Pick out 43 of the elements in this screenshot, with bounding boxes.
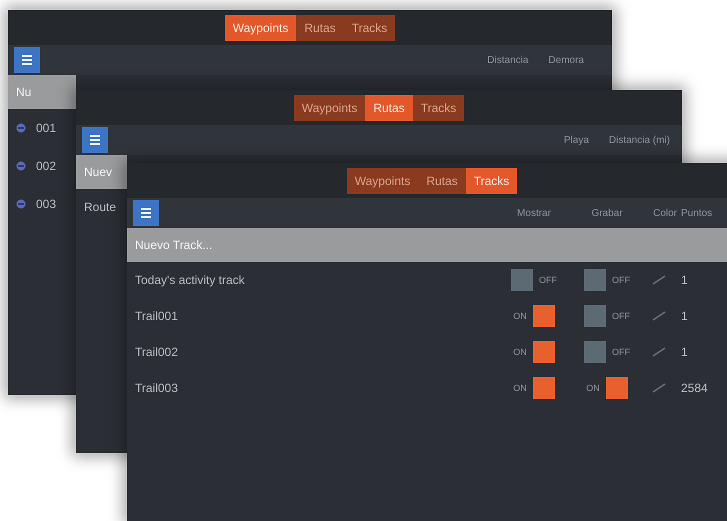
column-header: Puntos [680, 208, 714, 218]
track-name[interactable]: Trail002 [135, 345, 495, 359]
waypoint-icon [16, 123, 26, 133]
record-toggle[interactable]: OFF [584, 305, 630, 327]
point-count: 1 [681, 345, 688, 359]
line-icon[interactable] [652, 347, 666, 357]
line-icon[interactable] [652, 311, 666, 321]
track-name[interactable]: Trail001 [135, 309, 495, 323]
line-icon[interactable] [652, 383, 666, 393]
waypoint-icon [16, 199, 26, 209]
column-header: Mostrar [516, 208, 552, 218]
column-header: Grabar [590, 208, 624, 218]
record-toggle[interactable]: OFF [584, 341, 630, 363]
point-count: 2584 [681, 381, 708, 395]
menu-button[interactable] [14, 47, 40, 73]
line-icon[interactable] [652, 275, 666, 285]
new-item-row[interactable]: Nu [8, 75, 76, 109]
column-header: Playa [564, 134, 589, 146]
menu-button[interactable] [133, 200, 159, 226]
point-count: 1 [681, 309, 688, 323]
route-name[interactable]: Route [84, 200, 116, 214]
track-name[interactable]: Today's activity track [135, 273, 495, 287]
point-count: 1 [681, 273, 688, 287]
tab[interactable]: Waypoints [224, 14, 296, 40]
show-toggle[interactable]: OFF [511, 269, 557, 291]
tab[interactable]: Tracks [466, 168, 518, 194]
menu-button[interactable] [82, 127, 108, 153]
track-name[interactable]: Trail003 [135, 381, 495, 395]
new-item-row[interactable]: Nuevo Track... [127, 228, 727, 262]
waypoint-name[interactable]: 001 [36, 121, 56, 135]
menu-icon [89, 134, 101, 146]
waypoint-name[interactable]: 002 [36, 159, 56, 173]
new-item-row[interactable]: Nuev [76, 155, 127, 189]
column-header: Distancia (mi) [608, 134, 670, 146]
waypoint-icon [16, 161, 26, 171]
column-header: Color [652, 208, 677, 218]
column-header: Demora [548, 54, 584, 66]
tab[interactable]: Rutas [365, 94, 413, 120]
record-toggle[interactable]: OFF [584, 269, 630, 291]
menu-icon [21, 54, 33, 66]
column-header: Distancia [487, 54, 528, 66]
waypoint-name[interactable]: 003 [36, 197, 56, 211]
menu-icon [140, 207, 152, 219]
